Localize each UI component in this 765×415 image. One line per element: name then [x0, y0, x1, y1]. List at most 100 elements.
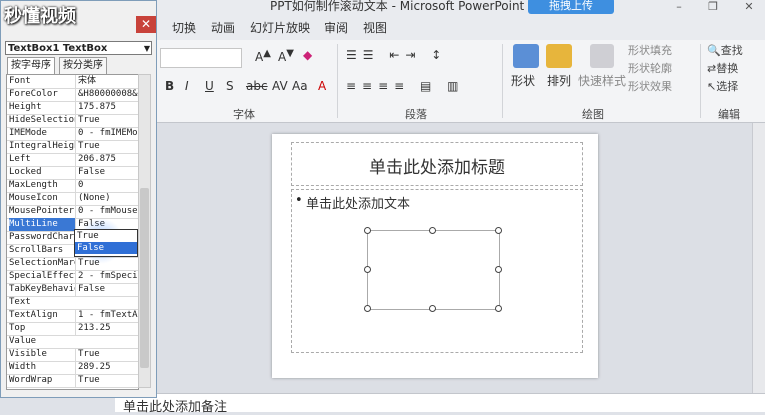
tab-review[interactable]: 审阅 [324, 19, 348, 36]
property-value[interactable]: 宋体 [75, 75, 138, 88]
property-name: WordWrap [9, 375, 53, 385]
property-value[interactable]: True [75, 140, 138, 153]
property-row[interactable]: HideSelection True [7, 114, 138, 128]
shapes-icon[interactable] [513, 44, 539, 68]
property-row[interactable]: Value [7, 335, 138, 349]
property-row[interactable]: Font 宋体 [7, 75, 138, 89]
dropdown-option[interactable]: True [75, 230, 137, 242]
resize-handle[interactable] [495, 305, 502, 312]
font-color-icon[interactable]: A [318, 79, 326, 93]
font-size-box[interactable] [160, 48, 242, 68]
find-label: 查找 [720, 44, 743, 57]
property-value[interactable]: (None) [75, 192, 138, 205]
clear-format-icon[interactable]: ◆ [303, 48, 312, 62]
tab-transitions[interactable]: 切换 [172, 19, 196, 36]
tab-animations[interactable]: 动画 [211, 19, 235, 36]
property-row[interactable]: TabKeyBehaviorFalse [7, 283, 138, 297]
property-value[interactable]: True [75, 374, 138, 387]
upload-button[interactable]: 拖拽上传 [528, 0, 614, 14]
property-value[interactable]: 2 - fmSpecial [75, 270, 138, 283]
property-value[interactable]: 1 - fmTextA [75, 309, 138, 322]
resize-handle[interactable] [364, 227, 371, 234]
property-value[interactable]: 289.25 [75, 361, 138, 374]
notes-pane[interactable]: 单击此处添加备注 [115, 393, 765, 415]
list-icons[interactable]: ☰☰ ⇤⇥ ↕ [346, 48, 447, 62]
vertical-scrollbar[interactable] [752, 123, 765, 393]
select-button[interactable]: ↖选择 [707, 78, 738, 94]
resize-handle[interactable] [364, 266, 371, 273]
replace-label: 替换 [716, 62, 739, 75]
property-value[interactable]: False [75, 166, 138, 179]
dropdown-option[interactable]: False [75, 242, 137, 254]
property-value[interactable]: 175.875 [75, 101, 138, 114]
shrink-font-icon[interactable]: A▼ [278, 48, 294, 64]
property-value[interactable]: &H80000008& [75, 88, 138, 101]
tab-slideshow[interactable]: 幻灯片放映 [250, 19, 310, 36]
minimize-icon[interactable]: – [672, 0, 686, 13]
property-name: Value [9, 336, 37, 346]
property-row[interactable]: MaxLength 0 [7, 179, 138, 193]
textbox-control[interactable] [367, 230, 500, 310]
property-row[interactable]: ForeColor &H80000008& [7, 88, 138, 102]
property-row[interactable]: Text [7, 296, 138, 310]
property-row[interactable]: Height 175.875 [7, 101, 138, 115]
tab-view[interactable]: 视图 [363, 19, 387, 36]
change-case-icon[interactable]: Aa [292, 79, 308, 93]
grow-font-icon[interactable]: A▲ [255, 48, 271, 64]
strikethrough-icon[interactable]: abc [246, 79, 268, 93]
property-value[interactable]: 0 - fmIMEMode [75, 127, 138, 140]
restore-icon[interactable]: ❐ [706, 0, 720, 13]
property-row[interactable]: SelectionMarginTrue [7, 257, 138, 271]
resize-handle[interactable] [495, 266, 502, 273]
property-name: Left [9, 154, 31, 164]
properties-close-icon[interactable]: ✕ [136, 16, 156, 33]
property-row[interactable]: Top 213.25 [7, 322, 138, 336]
italic-icon[interactable]: I [185, 79, 189, 93]
property-value[interactable]: 0 - fmMouse [75, 205, 138, 218]
property-row[interactable]: MouseIcon (None) [7, 192, 138, 206]
tab-alphabetic[interactable]: 按字母序 [7, 57, 55, 74]
arrange-icon[interactable] [546, 44, 572, 68]
property-row[interactable]: Width 289.25 [7, 361, 138, 375]
property-value[interactable]: 206.875 [75, 153, 138, 166]
object-selector[interactable]: TextBox1 TextBox ▼ [5, 41, 152, 55]
property-row[interactable]: Left 206.875 [7, 153, 138, 167]
replace-button[interactable]: ⇄替换 [707, 60, 738, 76]
shadow-icon[interactable]: S [226, 79, 234, 93]
shape-effects-button[interactable]: 形状效果 [628, 78, 672, 94]
property-row[interactable]: SpecialEffect2 - fmSpecial [7, 270, 138, 284]
property-value[interactable]: True [75, 114, 138, 127]
property-value[interactable]: True [75, 348, 138, 361]
shape-outline-button[interactable]: 形状轮廓 [628, 60, 672, 76]
property-row[interactable]: TextAlign 1 - fmTextA [7, 309, 138, 323]
resize-handle[interactable] [429, 227, 436, 234]
properties-scroll-thumb[interactable] [140, 188, 149, 368]
quick-styles-icon[interactable] [590, 44, 614, 68]
property-row[interactable]: IntegralHeightTrue [7, 140, 138, 154]
property-row[interactable]: IMEMode 0 - fmIMEMode [7, 127, 138, 141]
shapes-button[interactable]: 形状 [511, 72, 535, 89]
property-value[interactable]: False [75, 283, 138, 296]
resize-handle[interactable] [495, 227, 502, 234]
char-spacing-icon[interactable]: AV [272, 79, 288, 93]
align-icons[interactable]: ≡≡≡≡ ▤ ▥ [346, 79, 465, 93]
property-row[interactable]: MousePointer 0 - fmMouse [7, 205, 138, 219]
quick-styles-button[interactable]: 快速样式 [578, 72, 626, 89]
resize-handle[interactable] [429, 305, 436, 312]
property-row[interactable]: Locked False [7, 166, 138, 180]
boolean-dropdown[interactable]: True False [74, 229, 138, 257]
arrange-button[interactable]: 排列 [547, 72, 571, 89]
bold-icon[interactable]: B [165, 79, 174, 93]
property-row[interactable]: WordWrap True [7, 374, 138, 388]
property-row[interactable]: Visible True [7, 348, 138, 362]
resize-handle[interactable] [364, 305, 371, 312]
property-value[interactable]: 213.25 [75, 322, 138, 335]
title-placeholder[interactable]: 单击此处添加标题 [291, 142, 583, 186]
shape-fill-button[interactable]: 形状填充 [628, 42, 672, 58]
find-button[interactable]: 🔍查找 [707, 42, 743, 58]
separator [502, 44, 503, 118]
underline-icon[interactable]: U [205, 79, 214, 93]
close-icon[interactable]: ✕ [742, 0, 756, 13]
property-value[interactable]: 0 [75, 179, 138, 192]
tab-categorized[interactable]: 按分类序 [59, 57, 107, 74]
